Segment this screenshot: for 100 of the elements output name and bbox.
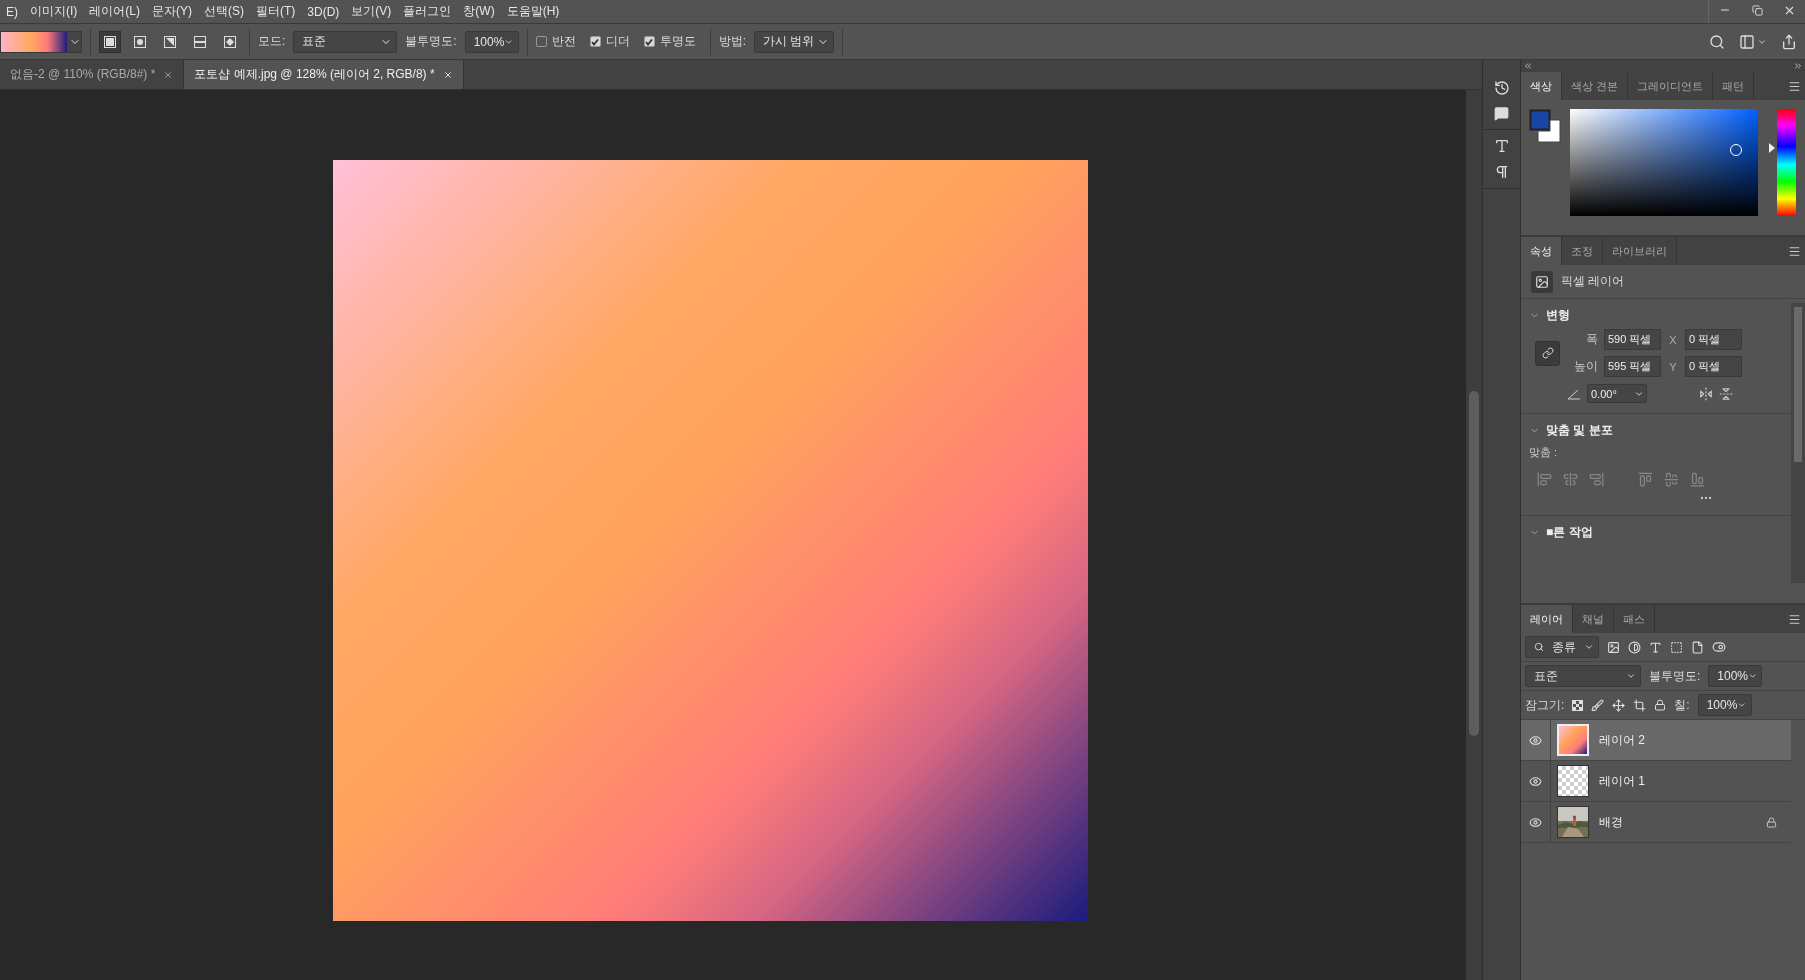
eye-icon bbox=[1529, 733, 1542, 747]
section-title: 맞춤 및 분포 bbox=[1546, 421, 1613, 439]
foreground-swatch[interactable] bbox=[1529, 109, 1551, 131]
color-field[interactable] bbox=[1570, 109, 1758, 216]
type-filter-icon[interactable] bbox=[1649, 640, 1662, 654]
comment-icon[interactable] bbox=[1494, 106, 1509, 121]
layer-name: 레이어 1 bbox=[1599, 772, 1646, 790]
menu-item[interactable]: E) bbox=[0, 4, 24, 19]
opacity-field[interactable]: 100% bbox=[464, 30, 519, 53]
menu-icon bbox=[1788, 244, 1801, 258]
width-field[interactable]: 590 픽셀 bbox=[1604, 329, 1661, 350]
gradient-type-button[interactable] bbox=[99, 30, 121, 53]
layer-thumbnail bbox=[1557, 724, 1589, 756]
menu-item[interactable]: 보기(V) bbox=[345, 3, 398, 20]
checkbox[interactable]: 반전 bbox=[535, 33, 576, 50]
y-label: Y bbox=[1668, 360, 1678, 373]
height-label: 높이 bbox=[1573, 358, 1598, 375]
history-icon[interactable] bbox=[1493, 80, 1510, 96]
panel-tab[interactable]: 색상 bbox=[1521, 72, 1562, 100]
menu-item[interactable]: 플러그인 bbox=[397, 3, 458, 20]
layer-type-label: 픽셀 레이어 bbox=[1561, 273, 1625, 290]
x-label: X bbox=[1668, 333, 1678, 346]
image-icon bbox=[1531, 270, 1553, 293]
panel-tab[interactable]: 조정 bbox=[1562, 237, 1603, 265]
checkbox[interactable]: 투명도 bbox=[643, 33, 696, 50]
height-field[interactable]: 595 픽셀 bbox=[1604, 356, 1661, 377]
filter-label: 종류 bbox=[1552, 638, 1576, 656]
menu-item[interactable]: 3D(D) bbox=[301, 4, 346, 19]
angle-icon bbox=[1567, 387, 1581, 400]
collapse-icon[interactable] bbox=[1523, 61, 1533, 71]
image-filter-icon[interactable] bbox=[1607, 640, 1620, 654]
adjustment-filter-icon[interactable] bbox=[1628, 640, 1641, 654]
radial-gradient-icon bbox=[134, 35, 146, 48]
lock-label: 잠그기: bbox=[1525, 696, 1565, 714]
hue-slider[interactable] bbox=[1769, 109, 1796, 216]
expand-icon[interactable] bbox=[1793, 61, 1803, 71]
layer-name: 배경 bbox=[1599, 813, 1624, 831]
gradient-picker[interactable] bbox=[0, 30, 82, 53]
filter-dropdown[interactable]: 종류 bbox=[1525, 636, 1599, 658]
scrollbar[interactable] bbox=[1791, 303, 1805, 583]
fill-field[interactable]: 100% bbox=[1697, 694, 1752, 716]
link-icon bbox=[1541, 347, 1554, 359]
menu-item[interactable]: 창(W) bbox=[457, 3, 501, 20]
panel-tab[interactable]: 패스 bbox=[1614, 605, 1655, 633]
menu-item[interactable]: 필터(T) bbox=[250, 3, 302, 20]
panel-tab[interactable]: 라이브러리 bbox=[1603, 237, 1677, 265]
panel-tab[interactable]: 색상 견본 bbox=[1562, 72, 1629, 100]
align-label: 맞춤 : bbox=[1529, 445, 1559, 460]
hue-marker[interactable] bbox=[1769, 142, 1775, 153]
link-button[interactable] bbox=[1535, 340, 1560, 366]
panel-tab[interactable]: 채널 bbox=[1573, 605, 1614, 633]
panel-tab[interactable]: 속성 bbox=[1521, 237, 1562, 265]
opacity-field[interactable]: 100% bbox=[1708, 665, 1763, 687]
section-title: 변형 bbox=[1546, 306, 1570, 324]
linear-gradient-icon bbox=[104, 35, 116, 48]
crop-icon[interactable] bbox=[1633, 698, 1647, 712]
panel-icon bbox=[1739, 33, 1755, 50]
move-icon[interactable] bbox=[1612, 698, 1626, 712]
check-icon bbox=[591, 37, 600, 46]
x-field[interactable]: 0 픽셀 bbox=[1685, 329, 1742, 350]
shape-filter-icon[interactable] bbox=[1670, 640, 1683, 654]
menu-item[interactable]: 선택(S) bbox=[198, 3, 250, 20]
fill-label: 칠: bbox=[1674, 696, 1690, 714]
angle-field[interactable]: 0.00° bbox=[1587, 384, 1647, 403]
restore-icon bbox=[1751, 4, 1763, 16]
flip-vertical-icon[interactable] bbox=[1719, 386, 1733, 401]
method-dropdown[interactable]: 가시 범위 bbox=[754, 30, 835, 53]
document-filter-icon[interactable] bbox=[1691, 640, 1704, 654]
eye-icon bbox=[1529, 774, 1542, 788]
brush-icon[interactable] bbox=[1591, 698, 1605, 712]
panel-tab[interactable]: 그레이디언트 bbox=[1628, 72, 1714, 100]
panel-tab[interactable]: 패턴 bbox=[1713, 72, 1755, 100]
scrollbar[interactable] bbox=[1466, 90, 1482, 980]
layer-row[interactable]: 레이어 2 bbox=[1521, 720, 1791, 761]
document-tab[interactable]: 포토샵 예제.jpg @ 128% (레이어 2, RGB/8) * bbox=[184, 60, 464, 89]
y-field[interactable]: 0 픽셀 bbox=[1685, 356, 1742, 377]
chevron-icon bbox=[1737, 700, 1747, 710]
reflected-gradient-icon bbox=[194, 35, 206, 48]
menu-item[interactable]: 이미지(I) bbox=[24, 3, 84, 20]
background-swatch[interactable] bbox=[1537, 119, 1561, 143]
search-icon[interactable] bbox=[1709, 33, 1725, 50]
checker-icon[interactable] bbox=[1572, 699, 1584, 711]
blend-mode-dropdown[interactable]: 표준 bbox=[1525, 665, 1641, 687]
close-icon[interactable] bbox=[163, 69, 174, 80]
menu-item[interactable]: 문자(Y) bbox=[146, 3, 198, 20]
menu-item[interactable]: 레이어(L) bbox=[83, 3, 146, 20]
character-icon[interactable] bbox=[1493, 138, 1510, 154]
layer-row[interactable]: 배경 bbox=[1521, 802, 1791, 843]
checkbox[interactable]: 디더 bbox=[589, 33, 630, 50]
menu-item[interactable]: 도움말(H) bbox=[500, 3, 566, 20]
flip-horizontal-icon[interactable] bbox=[1699, 386, 1713, 401]
layer-row[interactable]: 레이어 1 bbox=[1521, 761, 1791, 802]
share-icon[interactable] bbox=[1781, 33, 1797, 50]
filter-toggle-icon[interactable] bbox=[1712, 640, 1726, 654]
close-icon[interactable] bbox=[442, 69, 453, 80]
panel-tab[interactable]: 레이어 bbox=[1521, 605, 1573, 633]
mode-dropdown[interactable]: 표준 bbox=[293, 30, 398, 53]
opacity-label: 불투명도: bbox=[405, 33, 457, 50]
lock-icon[interactable] bbox=[1654, 699, 1667, 711]
menu-icon bbox=[1788, 612, 1801, 626]
